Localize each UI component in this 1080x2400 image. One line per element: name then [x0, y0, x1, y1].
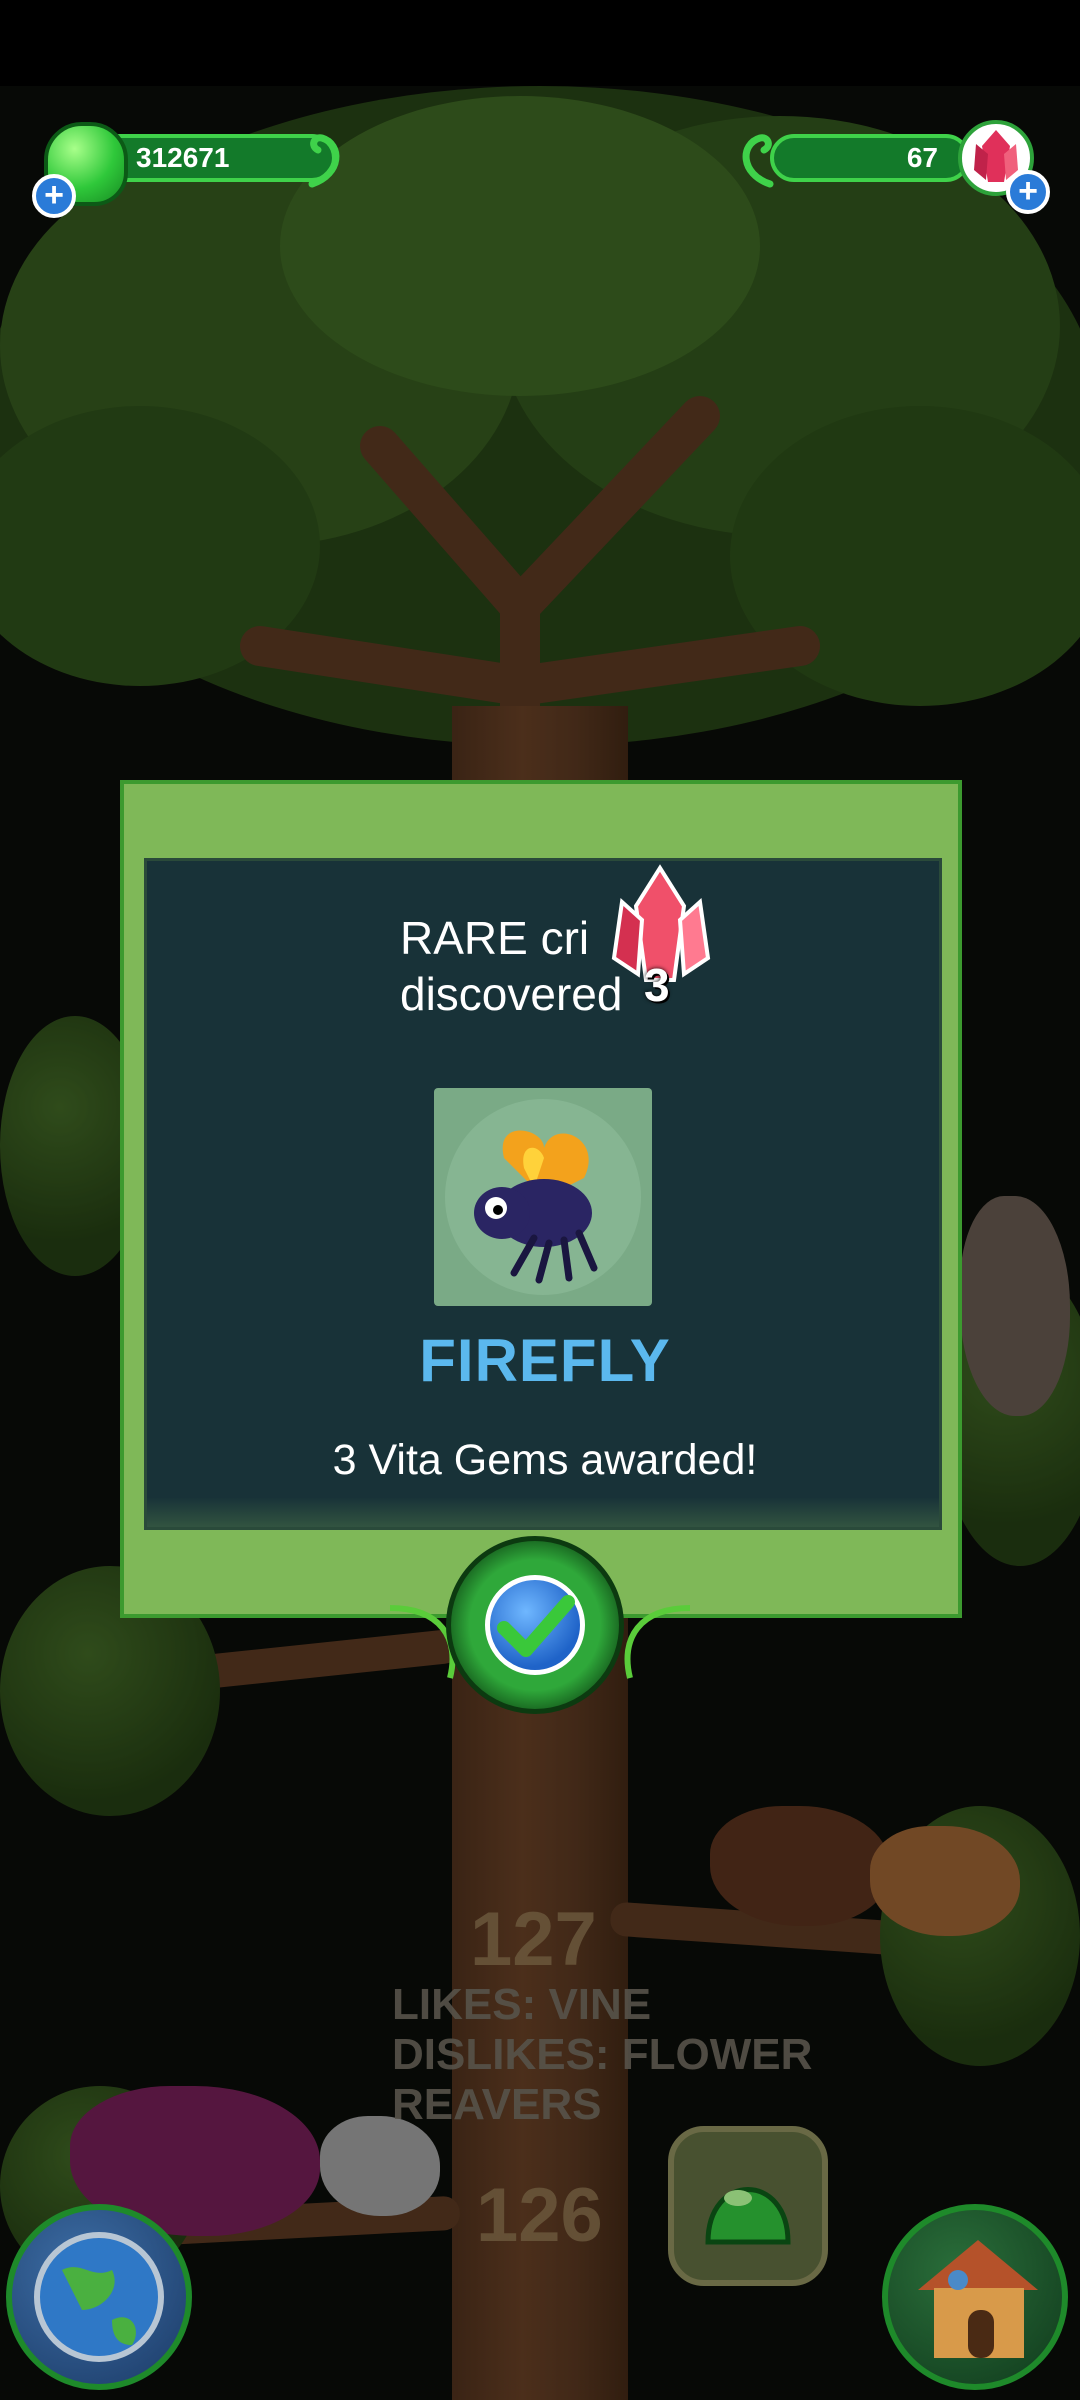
- gem-counter: 67: [770, 134, 970, 182]
- habitat-button[interactable]: [882, 2204, 1068, 2390]
- jelly-counter: 312671: [96, 134, 336, 182]
- map-button[interactable]: [6, 2204, 192, 2390]
- reward-count: 3: [644, 959, 670, 1011]
- vine-icon: [308, 134, 340, 188]
- firefly-icon: [445, 1099, 641, 1295]
- award-text: 3 Vita Gems awarded!: [332, 1436, 758, 1484]
- jelly-icon: [705, 2187, 791, 2245]
- add-icon[interactable]: +: [1006, 170, 1050, 214]
- reward-gem-badge: 3: [600, 862, 722, 1012]
- dislikes-text-cont: REAVERS: [392, 2080, 602, 2129]
- confirm-button[interactable]: [446, 1536, 624, 1714]
- globe-icon: [34, 2232, 164, 2362]
- critter-name: FIREFLY: [419, 1327, 671, 1394]
- checkmark-icon: [497, 1595, 575, 1657]
- add-icon[interactable]: +: [32, 174, 76, 218]
- likes-text: LIKES: VINE: [392, 1980, 652, 2029]
- house-icon: [918, 2240, 1038, 2358]
- dislikes-text: DISLIKES: FLOWER: [392, 2030, 813, 2079]
- gem-count: 67: [906, 142, 938, 173]
- level-number: 127: [470, 1897, 597, 1982]
- jelly-count: 312671: [136, 142, 230, 173]
- jelly-feed-button[interactable]: [668, 2126, 828, 2286]
- habitat-preferences: LIKES: VINE DISLIKES: FLOWER REAVERS: [392, 1980, 812, 2130]
- confirm-button-face: [485, 1575, 585, 1675]
- status-bar: [0, 0, 1080, 86]
- critter-portrait: [434, 1088, 652, 1306]
- vine-icon: [742, 134, 774, 188]
- level-number: 126: [476, 2173, 603, 2258]
